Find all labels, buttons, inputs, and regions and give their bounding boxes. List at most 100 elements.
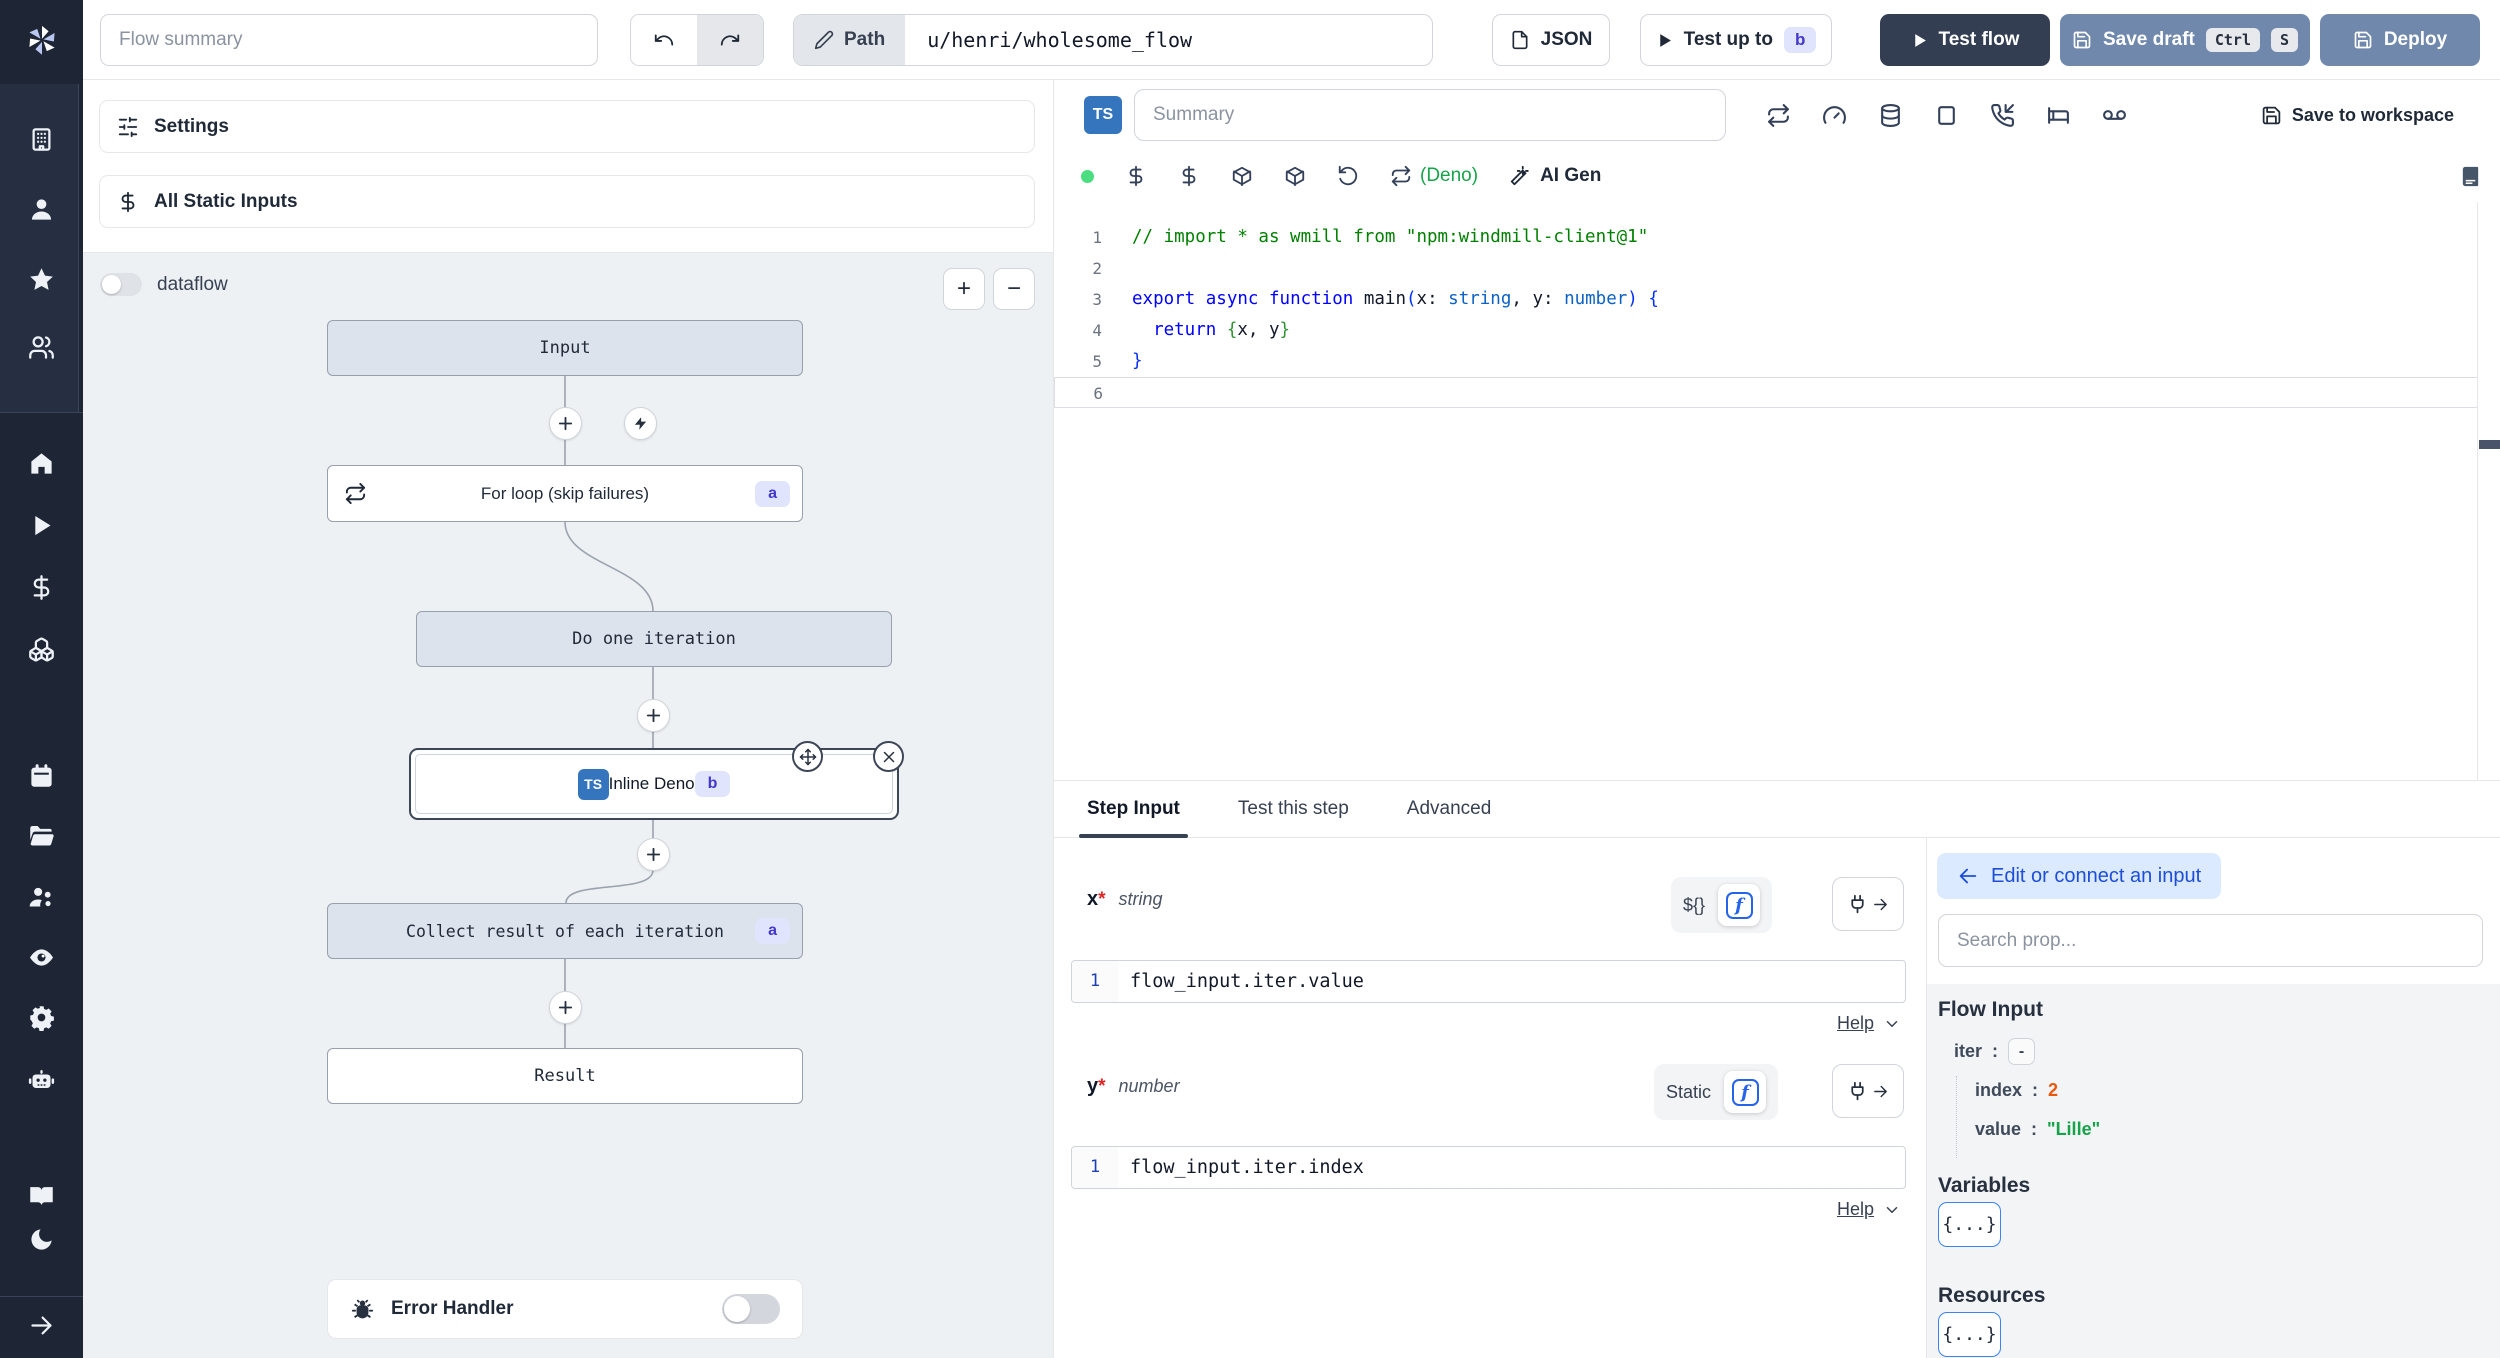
error-handler-toggle[interactable] bbox=[722, 1294, 780, 1324]
sidebar-item-docs[interactable] bbox=[0, 1178, 83, 1212]
field-x-mode-toggle[interactable]: ${} f bbox=[1671, 877, 1773, 933]
field-y-connect-button[interactable] bbox=[1832, 1064, 1904, 1118]
reset-icon[interactable] bbox=[1337, 165, 1359, 187]
save-draft-button[interactable]: Save draft Ctrl S bbox=[2060, 14, 2310, 66]
field-y-expression[interactable]: flow_input.iter.index bbox=[1118, 1157, 1364, 1178]
node-input[interactable]: Input bbox=[327, 320, 803, 376]
sidebar-item-schedules[interactable] bbox=[0, 758, 83, 792]
assets-dollar-icon[interactable] bbox=[1125, 165, 1147, 187]
resources-object-button[interactable]: {...} bbox=[1938, 1312, 2001, 1357]
phone-incoming-icon[interactable] bbox=[1990, 103, 2015, 128]
flow-summary-input[interactable] bbox=[100, 14, 598, 66]
field-y-mode-toggle[interactable]: Static f bbox=[1654, 1064, 1779, 1120]
code-line[interactable]: 3 export async function main(x: string, y… bbox=[1054, 284, 2478, 315]
sidebar-item-dark-mode[interactable] bbox=[0, 1222, 83, 1256]
mode-static-label[interactable]: Static bbox=[1666, 1082, 1711, 1103]
code-editor[interactable]: 1// import * as wmill from "npm:windmill… bbox=[1054, 202, 2478, 780]
code-line[interactable]: 4 return {x, y} bbox=[1054, 315, 2478, 346]
node-forloop[interactable]: For loop (skip failures) a bbox=[327, 465, 803, 522]
library-button[interactable] bbox=[2459, 150, 2482, 202]
sidebar-item-favorites[interactable] bbox=[0, 262, 83, 296]
summary-input[interactable] bbox=[1134, 89, 1726, 141]
field-x-help[interactable]: Help bbox=[1837, 1013, 1901, 1034]
variables-object-button[interactable]: {...} bbox=[1938, 1202, 2001, 1247]
prop-value-row[interactable]: value : "Lille" bbox=[1975, 1119, 2100, 1140]
code-line[interactable]: 5} bbox=[1054, 346, 2478, 377]
square-icon[interactable] bbox=[1934, 103, 1959, 128]
vars-dollar-icon[interactable] bbox=[1178, 165, 1200, 187]
add-step-button[interactable] bbox=[549, 991, 582, 1024]
ai-gen-button[interactable]: AI Gen bbox=[1509, 165, 1601, 187]
voicemail-icon[interactable] bbox=[2102, 103, 2127, 128]
test-up-to-button[interactable]: Test up to b bbox=[1640, 14, 1832, 66]
node-inline-deno-selected[interactable]: TS Inline Deno b bbox=[409, 748, 899, 820]
code-line[interactable]: 1// import * as wmill from "npm:windmill… bbox=[1054, 222, 2478, 253]
add-step-button[interactable] bbox=[637, 699, 670, 732]
save-to-workspace-button[interactable]: Save to workspace bbox=[2261, 80, 2454, 150]
package-icon[interactable] bbox=[1231, 165, 1253, 187]
mode-javascript-button[interactable]: f bbox=[1718, 884, 1761, 926]
prop-index-row[interactable]: index : 2 bbox=[1975, 1080, 2100, 1101]
sidebar-item-resources[interactable] bbox=[0, 632, 83, 666]
field-x-editor[interactable]: 1 flow_input.iter.value bbox=[1071, 960, 1906, 1003]
delete-node-button[interactable] bbox=[873, 741, 904, 772]
edit-or-connect-button[interactable]: Edit or connect an input bbox=[1937, 853, 2222, 899]
pencil-icon bbox=[814, 30, 834, 50]
node-do-one-iteration[interactable]: Do one iteration bbox=[416, 611, 892, 667]
sidebar-item-workspace[interactable] bbox=[0, 122, 83, 156]
add-step-button[interactable] bbox=[549, 407, 582, 440]
database-icon[interactable] bbox=[1878, 103, 1903, 128]
mode-javascript-button[interactable]: f bbox=[1724, 1071, 1767, 1113]
field-y-help[interactable]: Help bbox=[1837, 1199, 1901, 1220]
windmill-logo-icon[interactable] bbox=[0, 22, 83, 58]
sidebar-item-groups[interactable] bbox=[0, 880, 83, 914]
sidebar-item-home[interactable] bbox=[0, 446, 83, 480]
sidebar-item-folders[interactable] bbox=[0, 818, 83, 852]
sidebar-item-ai[interactable] bbox=[0, 1062, 83, 1096]
path-field[interactable]: Path u/henri/wholesome_flow bbox=[793, 14, 1433, 66]
settings-card[interactable]: Settings bbox=[99, 100, 1035, 153]
sidebar-item-workers[interactable] bbox=[0, 1000, 83, 1034]
repeat-icon[interactable] bbox=[1766, 103, 1791, 128]
error-handler-card[interactable]: Error Handler bbox=[327, 1279, 803, 1339]
deploy-button[interactable]: Deploy bbox=[2320, 14, 2480, 66]
path-value[interactable]: u/henri/wholesome_flow bbox=[905, 15, 1215, 65]
package-icon[interactable] bbox=[1284, 165, 1306, 187]
add-trigger-button[interactable] bbox=[624, 407, 657, 440]
tab-test-this-step[interactable]: Test this step bbox=[1238, 781, 1349, 837]
flow-summary-field[interactable] bbox=[100, 14, 598, 66]
field-x-expression[interactable]: flow_input.iter.value bbox=[1118, 971, 1364, 992]
summary-field[interactable] bbox=[1134, 89, 1726, 141]
runtime-select[interactable]: (Deno) bbox=[1390, 165, 1478, 187]
code-line[interactable]: 2 bbox=[1054, 253, 2478, 284]
redo-button[interactable] bbox=[697, 15, 763, 65]
code-line[interactable]: 6 bbox=[1054, 377, 2478, 408]
collapse-button[interactable]: - bbox=[2008, 1038, 2036, 1065]
sidebar-item-variables[interactable] bbox=[0, 570, 83, 604]
mode-template-label[interactable]: ${} bbox=[1683, 895, 1705, 916]
bed-icon[interactable] bbox=[2046, 103, 2071, 128]
undo-button[interactable] bbox=[631, 15, 697, 65]
node-collect-result[interactable]: Collect result of each iteration a bbox=[327, 903, 803, 959]
add-step-button[interactable] bbox=[637, 838, 670, 871]
json-button[interactable]: JSON bbox=[1492, 14, 1610, 66]
tab-step-input[interactable]: Step Input bbox=[1079, 781, 1188, 838]
node-result[interactable]: Result bbox=[327, 1048, 803, 1104]
search-prop-field[interactable] bbox=[1938, 914, 2483, 967]
gauge-icon[interactable] bbox=[1822, 103, 1847, 128]
sidebar-item-switch-workspace[interactable] bbox=[0, 330, 83, 364]
prop-iter-row[interactable]: iter : - bbox=[1954, 1038, 2036, 1065]
tab-advanced[interactable]: Advanced bbox=[1407, 781, 1492, 837]
all-static-inputs-card[interactable]: All Static Inputs bbox=[99, 175, 1035, 228]
sidebar-item-user[interactable] bbox=[0, 192, 83, 226]
field-y-editor[interactable]: 1 flow_input.iter.index bbox=[1071, 1146, 1906, 1189]
test-flow-button[interactable]: Test flow bbox=[1880, 14, 2050, 66]
sidebar-item-audit-logs[interactable] bbox=[0, 940, 83, 974]
editor-minimap[interactable] bbox=[2477, 202, 2500, 780]
robot-icon bbox=[28, 1069, 55, 1088]
search-prop-input[interactable] bbox=[1938, 914, 2483, 967]
sidebar-expand-button[interactable] bbox=[0, 1308, 83, 1342]
sidebar-item-runs[interactable] bbox=[0, 508, 83, 542]
field-x-connect-button[interactable] bbox=[1832, 877, 1904, 931]
move-node-button[interactable] bbox=[792, 741, 823, 772]
